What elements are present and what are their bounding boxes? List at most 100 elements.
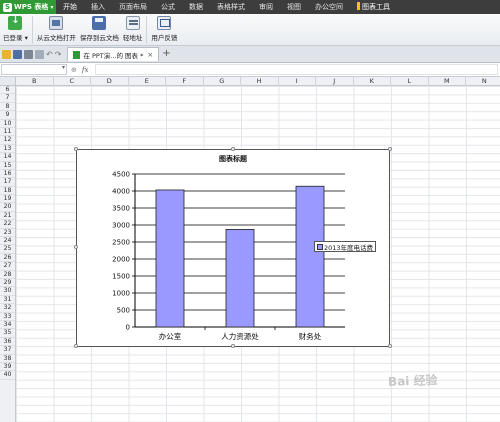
y-tick-label: 2500: [112, 239, 130, 247]
save-icon[interactable]: [13, 49, 22, 59]
row-header-18[interactable]: 18: [0, 187, 15, 196]
column-header-l[interactable]: L: [391, 77, 429, 86]
row-header-16[interactable]: 16: [0, 170, 15, 179]
column-header-b[interactable]: B: [16, 77, 54, 86]
row-header-33[interactable]: 33: [0, 313, 15, 321]
redo-icon[interactable]: ↷: [55, 50, 62, 59]
column-headers: BCDEFGHIJKLMN: [16, 77, 500, 86]
y-tick-label: 3000: [112, 222, 130, 230]
row-header-9[interactable]: 9: [0, 111, 15, 120]
name-box[interactable]: [1, 64, 67, 75]
baidu-watermark: Bai 经验: [387, 373, 438, 389]
column-header-i[interactable]: I: [279, 77, 316, 86]
column-header-k[interactable]: K: [354, 77, 391, 86]
row-header-30[interactable]: 30: [0, 287, 15, 296]
row-header-29[interactable]: 29: [0, 279, 15, 288]
resize-handle-bottom-right[interactable]: [388, 344, 392, 348]
fx-icon[interactable]: fx: [82, 66, 89, 74]
column-header-n[interactable]: N: [466, 77, 500, 86]
document-tab[interactable]: 在 PPT演...的 图表 * ×: [67, 47, 160, 61]
formula-icons: ⊕ fx: [71, 66, 93, 74]
column-header-d[interactable]: D: [91, 77, 129, 86]
menu-tab-view[interactable]: 视图: [280, 0, 308, 14]
row-header-6[interactable]: 6: [0, 86, 15, 95]
address-icon: [125, 16, 140, 30]
open-folder-icon[interactable]: [2, 49, 11, 59]
row-header-19[interactable]: 19: [0, 195, 15, 204]
resize-handle-top-right[interactable]: [388, 147, 392, 151]
row-header-38[interactable]: 38: [0, 355, 15, 363]
row-header-37[interactable]: 37: [0, 346, 15, 355]
menu-tab-table-style[interactable]: 表格样式: [210, 0, 252, 14]
row-header-12[interactable]: 12: [0, 136, 15, 145]
row-header-35[interactable]: 35: [0, 329, 15, 338]
row-header-14[interactable]: 14: [0, 153, 15, 162]
resize-handle-bottom[interactable]: [231, 344, 235, 348]
undo-icon[interactable]: ↶: [46, 50, 53, 59]
resize-handle-left[interactable]: [74, 245, 78, 249]
formula-input[interactable]: [95, 64, 498, 75]
column-header-g[interactable]: G: [204, 77, 241, 86]
column-header-m[interactable]: M: [429, 77, 466, 86]
wps-app-menu-button[interactable]: S WPS 表格 ▾: [0, 0, 56, 14]
menu-tab-formulas[interactable]: 公式: [154, 0, 182, 14]
menu-tab-chart-tools[interactable]: 图表工具: [350, 0, 397, 14]
row-header-34[interactable]: 34: [0, 321, 15, 330]
close-tab-icon[interactable]: ×: [147, 51, 153, 59]
row-header-11[interactable]: 11: [0, 128, 15, 137]
menu-tab-review[interactable]: 审阅: [252, 0, 280, 14]
chart-legend[interactable]: 2013年度电话费: [314, 241, 377, 252]
column-header-e[interactable]: E: [129, 77, 166, 86]
new-tab-button[interactable]: +: [162, 48, 170, 60]
y-tick-label: 4500: [112, 171, 130, 179]
row-header-10[interactable]: 10: [0, 120, 15, 128]
ribbon-divider: [146, 16, 148, 44]
row-header-25[interactable]: 25: [0, 245, 15, 254]
row-header-17[interactable]: 17: [0, 178, 15, 187]
column-header-j[interactable]: J: [316, 77, 354, 86]
spreadsheet-file-icon: [73, 50, 81, 59]
bar[interactable]: [225, 229, 255, 328]
row-header-23[interactable]: 23: [0, 229, 15, 238]
column-header-f[interactable]: F: [166, 77, 204, 86]
save-to-cloud-button[interactable]: 保存到云文档: [80, 14, 119, 42]
row-header-8[interactable]: 8: [0, 103, 15, 112]
row-header-39[interactable]: 39: [0, 363, 15, 372]
menu-tab-insert[interactable]: 插入: [84, 0, 112, 14]
column-header-c[interactable]: C: [54, 77, 91, 86]
row-header-21[interactable]: 21: [0, 212, 15, 221]
wps-logo-icon: S: [3, 2, 12, 12]
row-header-13[interactable]: 13: [0, 145, 15, 154]
row-header-31[interactable]: 31: [0, 296, 15, 305]
row-header-28[interactable]: 28: [0, 271, 15, 279]
row-header-36[interactable]: 36: [0, 338, 15, 347]
bar[interactable]: [155, 189, 185, 328]
resize-handle-top[interactable]: [231, 147, 235, 151]
row-header-15[interactable]: 15: [0, 162, 15, 170]
zoom-icon[interactable]: ⊕: [71, 66, 77, 74]
row-header-26[interactable]: 26: [0, 254, 15, 263]
row-header-7[interactable]: 7: [0, 94, 15, 103]
logged-in-button[interactable]: 已登录 ▾: [3, 14, 28, 42]
row-header-22[interactable]: 22: [0, 220, 15, 229]
login-icon: [8, 15, 23, 30]
resize-handle-bottom-left[interactable]: [74, 344, 78, 348]
row-header-40[interactable]: 40: [0, 371, 15, 380]
row-header-24[interactable]: 24: [0, 237, 15, 246]
menu-tab-data[interactable]: 数据: [182, 0, 210, 14]
row-header-20[interactable]: 20: [0, 203, 15, 212]
column-header-h[interactable]: H: [241, 77, 279, 86]
row-header-27[interactable]: 27: [0, 262, 15, 271]
select-all-corner[interactable]: [0, 77, 16, 86]
user-feedback-button[interactable]: 用户反馈: [151, 14, 177, 42]
bar[interactable]: [295, 185, 325, 328]
open-from-cloud-button[interactable]: 从云文档打开: [37, 14, 76, 42]
print-preview-icon[interactable]: [35, 49, 44, 59]
menu-tab-office-space[interactable]: 办公空间: [308, 0, 350, 14]
resize-handle-top-left[interactable]: [74, 147, 78, 151]
menu-tab-page-layout[interactable]: 页面布局: [112, 0, 154, 14]
row-header-32[interactable]: 32: [0, 304, 15, 313]
menu-tab-home[interactable]: 开始: [56, 0, 84, 14]
light-address-button[interactable]: 轻地址: [123, 14, 142, 42]
print-icon[interactable]: [24, 49, 33, 59]
